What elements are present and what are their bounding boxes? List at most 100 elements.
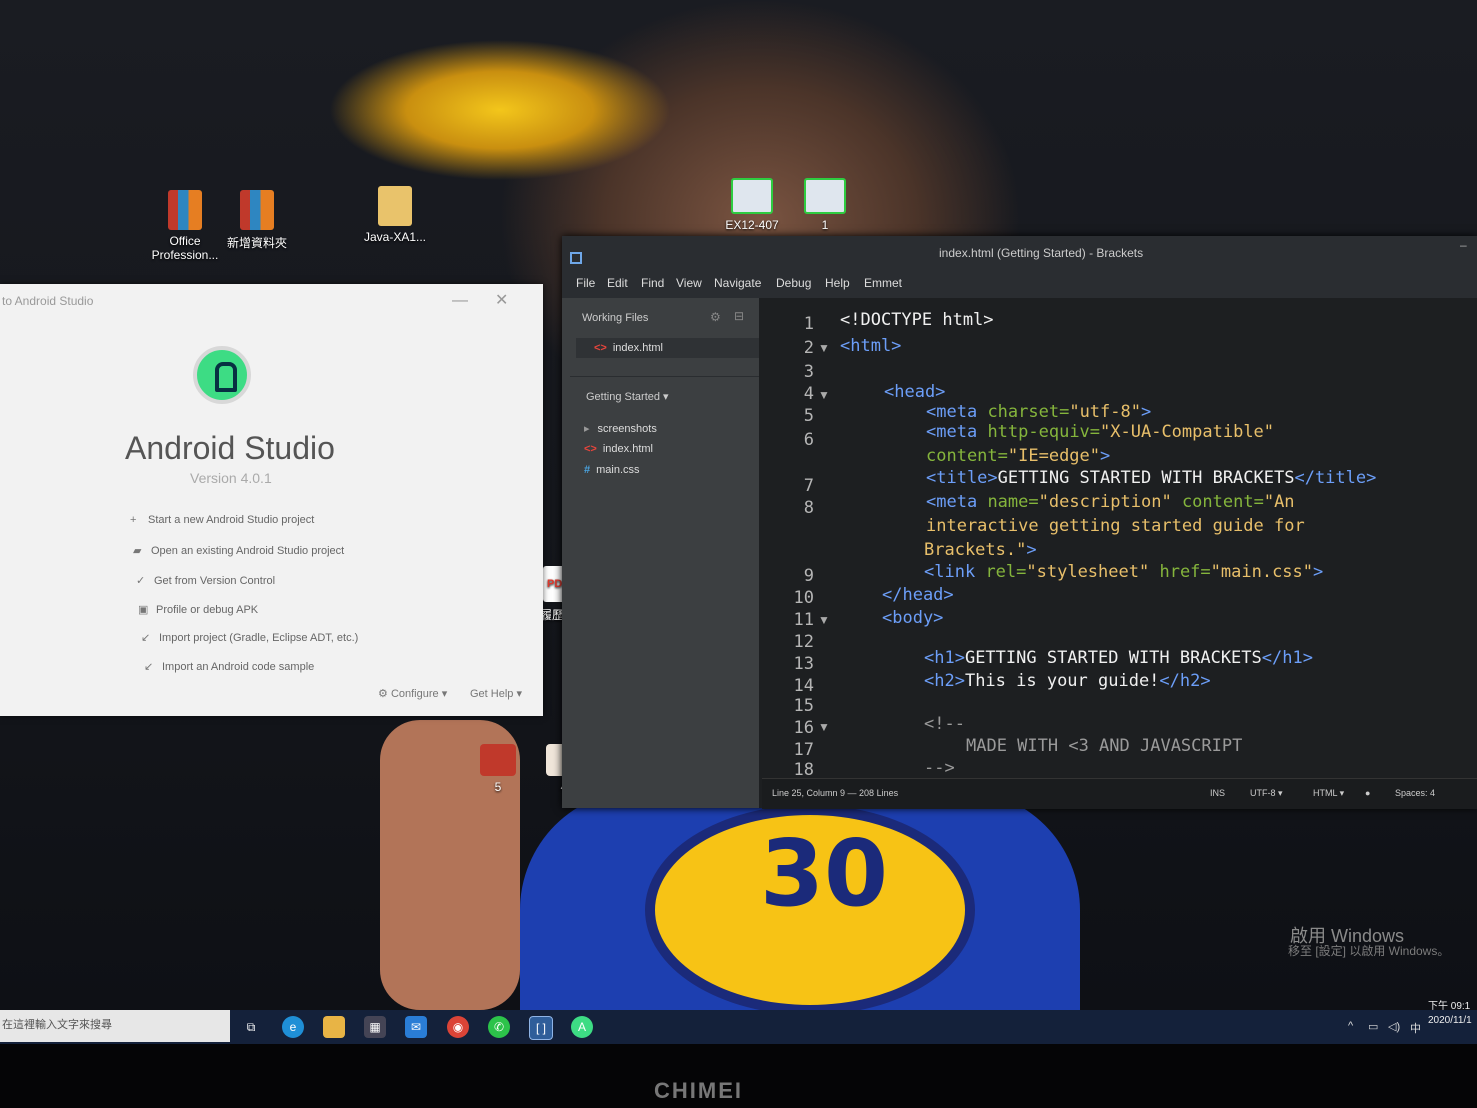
code-editor[interactable]: 1 2 3 4 5 6 7 8 9 10 11 12 13 14 15 16 17 18 ▼ ▼ ▼ ▼ <!DO… — [762, 298, 1477, 778]
code-line-10: </head> — [882, 585, 954, 605]
split-view-icon[interactable]: ⊟ — [734, 309, 744, 323]
android-studio-taskbar-icon[interactable]: A — [571, 1016, 593, 1038]
get-help-menu[interactable]: Get Help ▾ — [470, 687, 522, 700]
line-number: 13 — [793, 654, 814, 674]
winrar-icon — [168, 190, 202, 230]
line-number: 2 — [803, 338, 814, 358]
get-from-vcs-link[interactable]: ✓ Get from Version Control — [136, 574, 275, 587]
system-clock[interactable]: 下午 09:1 2020/11/1 — [1428, 1000, 1472, 1028]
cursor-position: Line 25, Column 9 — 208 Lines — [772, 788, 899, 798]
volume-icon[interactable]: ◁) — [1388, 1020, 1400, 1033]
code-line-4: <head> — [884, 382, 946, 402]
menu-edit[interactable]: Edit — [607, 276, 628, 290]
desktop-icon-label: Office Profession... — [151, 234, 219, 262]
activate-windows-subtitle: 移至 [設定] 以啟用 Windows。 — [1288, 944, 1450, 958]
configure-label: Configure ▾ — [390, 688, 448, 700]
taskbar-search-box[interactable]: 在這裡輸入文字來搜尋 — [0, 1010, 230, 1042]
profile-debug-apk-link[interactable]: ▣ Profile or debug APK — [138, 603, 258, 616]
status-bar: Line 25, Column 9 — 208 Lines INS UTF-8 … — [762, 778, 1477, 809]
android-studio-logo-icon — [193, 346, 251, 404]
fold-arrow-icon[interactable]: ▼ — [818, 720, 830, 734]
minimize-icon[interactable]: — — [452, 284, 468, 318]
encoding-select[interactable]: UTF-8 ▾ — [1250, 788, 1283, 799]
menu-emmet[interactable]: Emmet — [864, 276, 902, 290]
working-file-item[interactable]: <> index.html — [576, 338, 759, 358]
open-existing-project-link[interactable]: ▰ Open an existing Android Studio project — [133, 544, 344, 557]
line-number: 10 — [793, 588, 814, 608]
line-number: 6 — [803, 430, 814, 450]
brackets-taskbar-icon[interactable]: [ ] — [529, 1016, 553, 1040]
start-new-project-link[interactable]: + Start a new Android Studio project — [130, 514, 314, 526]
monitor-bezel: CHIMEI — [0, 1044, 1477, 1108]
mail-icon[interactable]: ✉ — [405, 1016, 427, 1038]
action-label: Import project (Gradle, Eclipse ADT, etc… — [159, 632, 359, 644]
fold-arrow-icon[interactable]: ▼ — [818, 388, 830, 402]
code-line-18: --> — [924, 758, 955, 778]
network-icon[interactable]: ▭ — [1368, 1020, 1378, 1033]
desktop-icon-new-folder[interactable]: 新增資料夾 — [222, 190, 292, 251]
menu-navigate[interactable]: Navigate — [714, 276, 761, 290]
app-version: Version 4.0.1 — [190, 470, 272, 486]
chevron-up-icon[interactable]: ^ — [1348, 1020, 1353, 1032]
gear-icon[interactable]: ⚙ — [710, 310, 721, 324]
menu-debug[interactable]: Debug — [776, 276, 811, 290]
desktop-icon-office[interactable]: Office Profession... — [150, 190, 220, 262]
close-icon[interactable]: ✕ — [495, 284, 508, 318]
file-explorer-icon[interactable] — [323, 1016, 345, 1038]
desktop-icon-5[interactable]: 5 — [476, 744, 520, 794]
desktop-icon-java-folder[interactable]: Java-XA1... — [360, 186, 430, 244]
import-sample-link[interactable]: ↙ Import an Android code sample — [144, 660, 314, 673]
folder-open-icon: ▰ — [133, 545, 142, 557]
menu-view[interactable]: View — [676, 276, 702, 290]
linter-status-icon[interactable]: ● — [1365, 788, 1370, 798]
html-file-icon: <> — [584, 443, 597, 455]
task-view-icon[interactable]: ⧉ — [240, 1016, 262, 1038]
indent-setting[interactable]: Spaces: 4 — [1395, 788, 1435, 798]
menu-bar: File Edit Find View Navigate Debug Help … — [562, 272, 1477, 298]
working-file-label: index.html — [612, 342, 663, 354]
minimize-icon[interactable]: – — [1460, 238, 1467, 252]
line-number: 17 — [793, 740, 814, 760]
checkout-icon: ✓ — [136, 575, 146, 587]
fold-arrow-icon[interactable]: ▼ — [818, 613, 830, 627]
ime-indicator[interactable]: 中 — [1410, 1020, 1421, 1036]
code-line-8-wrap-2: Brackets."> — [924, 540, 1037, 560]
desktop-icon-1[interactable]: 1 — [800, 178, 850, 232]
configure-menu[interactable]: ⚙ Configure ▾ — [378, 687, 447, 700]
desktop-icon-ex12[interactable]: EX12-407 — [722, 178, 782, 232]
fold-arrow-icon[interactable]: ▼ — [818, 341, 830, 355]
desktop-icon-label: Java-XA1... — [363, 230, 427, 244]
line-icon[interactable]: ✆ — [488, 1016, 510, 1038]
code-line-8-wrap-1: interactive getting started guide for — [926, 516, 1305, 536]
tree-item-label: screenshots — [597, 423, 657, 435]
project-dropdown[interactable]: Getting Started ▾ — [586, 390, 669, 403]
code-line-14: <h2>This is your guide!</h2> — [924, 671, 1211, 691]
desktop-icon-label: EX12-407 — [725, 218, 779, 232]
line-number: 14 — [793, 676, 814, 696]
insert-mode-toggle[interactable]: INS — [1210, 788, 1225, 798]
window-title: index.html (Getting Started) - Brackets — [939, 246, 1144, 260]
language-select[interactable]: HTML ▾ — [1313, 788, 1344, 799]
tree-file-main-css[interactable]: # main.css — [584, 464, 640, 476]
taskbar: 在這裡輸入文字來搜尋 ⧉ e ▦ ✉ ◉ ✆ [ ] A ^ ▭ ◁) 中 下午… — [0, 1001, 1477, 1044]
edge-icon[interactable]: e — [282, 1016, 304, 1038]
menu-help[interactable]: Help — [825, 276, 850, 290]
brackets-titlebar: index.html (Getting Started) - Brackets … — [562, 236, 1477, 272]
code-line-5: <meta charset="utf-8"> — [926, 402, 1152, 422]
chrome-icon[interactable]: ◉ — [447, 1016, 469, 1038]
line-number: 7 — [803, 476, 814, 496]
menu-file[interactable]: File — [576, 276, 595, 290]
store-icon[interactable]: ▦ — [364, 1016, 386, 1038]
line-number: 16 — [793, 718, 814, 738]
brackets-window: index.html (Getting Started) - Brackets … — [562, 236, 1477, 809]
menu-find[interactable]: Find — [641, 276, 664, 290]
tree-folder-screenshots[interactable]: ▸ screenshots — [584, 422, 657, 435]
plus-icon: + — [130, 514, 137, 526]
divider — [570, 376, 759, 377]
action-label: Open an existing Android Studio project — [151, 545, 345, 557]
import-project-link[interactable]: ↙ Import project (Gradle, Eclipse ADT, et… — [141, 631, 358, 644]
action-label: Get from Version Control — [154, 575, 276, 587]
tree-file-index-html[interactable]: <> index.html — [584, 443, 653, 455]
image-icon — [480, 744, 516, 776]
tree-item-label: index.html — [602, 443, 653, 455]
